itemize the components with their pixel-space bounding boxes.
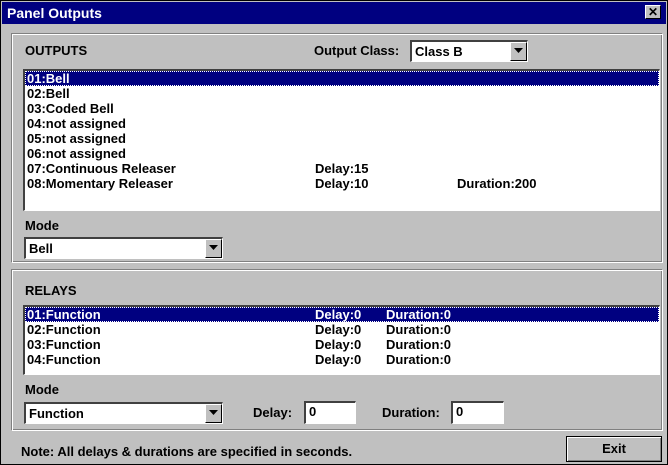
relays-item-duration: Duration:0 <box>386 307 451 322</box>
output-class-select[interactable]: Class B <box>410 40 528 62</box>
chevron-down-icon <box>209 410 218 415</box>
relay-delay-input[interactable]: 0 <box>304 401 356 424</box>
relays-mode-label: Mode <box>25 382 59 397</box>
relays-item-name: 02:Function <box>27 322 101 337</box>
seconds-note: Note: All delays & durations are specifi… <box>21 444 353 459</box>
relays-item-name: 04:Function <box>27 352 101 367</box>
relays-item-name: 01:Function <box>27 307 101 322</box>
relay-delay-label: Delay: <box>253 405 293 420</box>
outputs-list-item[interactable]: 01:Bell <box>25 71 659 86</box>
relays-mode-dropdown-button[interactable] <box>205 404 222 423</box>
outputs-list-item[interactable]: 06:not assigned <box>25 146 659 161</box>
relays-list-item[interactable]: 03:Function Delay:0 Duration:0 <box>25 337 659 352</box>
outputs-list-item[interactable]: 03:Coded Bell <box>25 101 659 116</box>
output-class-dropdown-button[interactable] <box>510 42 527 61</box>
relay-duration-label: Duration: <box>382 405 440 420</box>
outputs-mode-dropdown-button[interactable] <box>205 239 222 258</box>
relays-item-name: 03:Function <box>27 337 101 352</box>
outputs-heading: OUTPUTS <box>25 43 88 58</box>
chevron-down-icon <box>209 245 218 250</box>
outputs-list-item[interactable]: 02:Bell <box>25 86 659 101</box>
chevron-down-icon <box>514 48 523 53</box>
outputs-item-name: 05:not assigned <box>27 131 126 146</box>
outputs-item-delay: Delay:15 <box>315 161 369 176</box>
outputs-item-name: 04:not assigned <box>27 116 126 131</box>
relay-duration-input[interactable]: 0 <box>451 401 504 424</box>
outputs-list-item[interactable]: 08:Momentary Releaser Delay:10 Duration:20… <box>25 176 659 191</box>
relays-listbox[interactable]: 01:Function Delay:0 Duration:0 02:Function D… <box>23 305 660 375</box>
close-button[interactable]: ✕ <box>645 5 661 19</box>
outputs-list-item[interactable]: 07:Continuous Releaser Delay:15 <box>25 161 659 176</box>
relays-item-delay: Delay:0 <box>315 352 362 367</box>
window-title: Panel Outputs <box>7 5 102 21</box>
outputs-item-name: 07:Continuous Releaser <box>27 161 176 176</box>
outputs-item-delay: Delay:10 <box>315 176 369 191</box>
relays-heading: RELAYS <box>25 283 77 298</box>
title-bar[interactable]: Panel Outputs ✕ <box>2 2 666 24</box>
outputs-mode-label: Mode <box>25 218 59 233</box>
relays-item-delay: Delay:0 <box>315 322 362 337</box>
output-class-value: Class B <box>415 44 463 59</box>
outputs-item-name: 06:not assigned <box>27 146 126 161</box>
outputs-item-name: 01:Bell <box>27 71 70 86</box>
relays-item-duration: Duration:0 <box>386 322 451 337</box>
relays-list-item[interactable]: 01:Function Delay:0 Duration:0 <box>25 307 659 322</box>
outputs-mode-select[interactable]: Bell <box>24 237 223 259</box>
outputs-list-item[interactable]: 05:not assigned <box>25 131 659 146</box>
relays-item-delay: Delay:0 <box>315 307 362 322</box>
close-icon: ✕ <box>647 5 659 19</box>
outputs-mode-value: Bell <box>29 241 53 256</box>
relays-list-item[interactable]: 04:Function Delay:0 Duration:0 <box>25 352 659 367</box>
relays-mode-value: Function <box>29 406 84 421</box>
output-class-label: Output Class: <box>314 43 400 58</box>
exit-button[interactable]: Exit <box>566 436 662 462</box>
outputs-item-name: 02:Bell <box>27 86 70 101</box>
outputs-item-name: 08:Momentary Releaser <box>27 176 173 191</box>
relays-mode-select[interactable]: Function <box>24 402 223 424</box>
relays-item-duration: Duration:0 <box>386 337 451 352</box>
outputs-list-item[interactable]: 04:not assigned <box>25 116 659 131</box>
relays-item-delay: Delay:0 <box>315 337 362 352</box>
panel-outputs-window: Panel Outputs ✕ OUTPUTS Output Class: Cl… <box>0 0 668 465</box>
outputs-item-name: 03:Coded Bell <box>27 101 114 116</box>
relays-list-item[interactable]: 02:Function Delay:0 Duration:0 <box>25 322 659 337</box>
relays-item-duration: Duration:0 <box>386 352 451 367</box>
outputs-listbox[interactable]: 01:Bell 02:Bell 03:Coded Bell 04:not assign… <box>23 69 660 211</box>
outputs-item-duration: Duration:200 <box>457 176 537 191</box>
